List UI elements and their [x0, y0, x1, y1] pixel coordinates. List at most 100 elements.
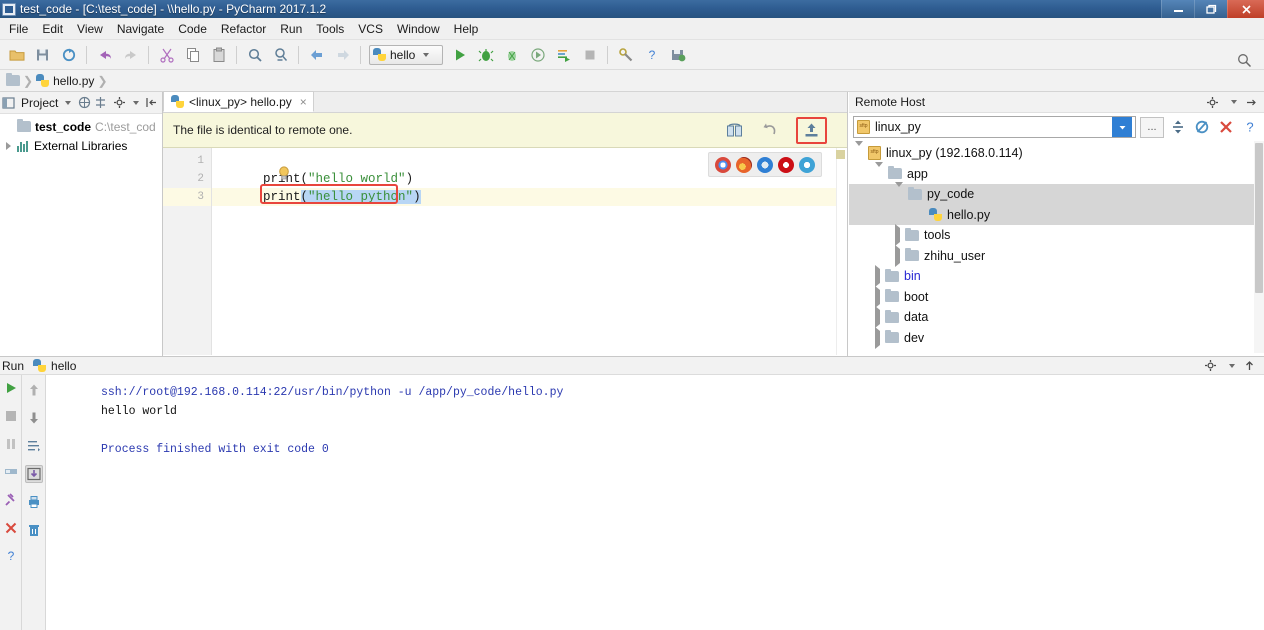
remote-tree-item-bin[interactable]: bin: [849, 265, 1264, 288]
chevron-down-icon[interactable]: [65, 100, 72, 105]
tree-item-external-libraries[interactable]: External Libraries: [0, 136, 162, 155]
breadcrumb-file[interactable]: hello.py: [36, 74, 94, 88]
code-lines[interactable]: print("hello world") print("hello python…: [212, 148, 847, 355]
scrollbar-thumb[interactable]: [1255, 143, 1263, 293]
safari-icon[interactable]: [757, 156, 773, 173]
chevron-down-icon[interactable]: [1112, 117, 1132, 137]
code-line-3[interactable]: print("hello python"): [212, 188, 847, 206]
chevron-down-icon[interactable]: [1231, 100, 1237, 104]
collapse-all-icon[interactable]: [94, 96, 107, 109]
settings-icon[interactable]: [613, 42, 638, 67]
stop-button[interactable]: [577, 42, 602, 67]
browse-connections-button[interactable]: ...: [1140, 116, 1164, 138]
replace-icon[interactable]: [268, 42, 293, 67]
run-coverage-button[interactable]: [499, 42, 524, 67]
compare-with-remote-icon[interactable]: [726, 122, 743, 139]
restore-button[interactable]: [1194, 0, 1227, 18]
chevron-down-icon[interactable]: [133, 100, 140, 105]
menu-view[interactable]: View: [70, 20, 110, 38]
run-configuration-selector[interactable]: hello: [369, 44, 443, 65]
run-with-console-button[interactable]: [551, 42, 576, 67]
refresh-icon[interactable]: [1192, 117, 1212, 137]
hide-panel-icon[interactable]: [1243, 359, 1256, 372]
close-button[interactable]: [2, 519, 20, 537]
sync-icon[interactable]: [56, 42, 81, 67]
chrome-icon[interactable]: [715, 156, 731, 173]
paste-icon[interactable]: [206, 42, 231, 67]
close-icon[interactable]: ×: [300, 95, 307, 109]
up-arrow-button[interactable]: [25, 381, 43, 399]
help-icon[interactable]: ?: [639, 42, 664, 67]
find-icon[interactable]: [242, 42, 267, 67]
remote-tree-item-app[interactable]: app: [849, 161, 1264, 185]
collapse-all-icon[interactable]: [1168, 117, 1188, 137]
scroll-to-end-button[interactable]: [24, 465, 43, 483]
remote-connection-select[interactable]: linux_py: [853, 116, 1136, 138]
opera-icon[interactable]: [778, 156, 794, 173]
remote-tree-item-hello-py[interactable]: hello.py: [849, 204, 1264, 225]
undo-icon[interactable]: [92, 42, 117, 67]
help-button[interactable]: ?: [2, 547, 20, 565]
remote-tree-item-root[interactable]: linux_py (192.168.0.114): [849, 141, 1264, 164]
scroll-from-source-icon[interactable]: [78, 96, 91, 109]
editor-tab-hello-py[interactable]: <linux_py> hello.py ×: [163, 91, 314, 112]
print-button[interactable]: [25, 493, 43, 511]
menu-navigate[interactable]: Navigate: [110, 20, 171, 38]
edge-icon[interactable]: [799, 156, 815, 173]
profile-button[interactable]: [525, 42, 550, 67]
deploy-icon[interactable]: [665, 42, 690, 67]
menu-file[interactable]: File: [2, 20, 35, 38]
tree-toggle[interactable]: [875, 285, 880, 308]
remote-tree-item-py-code[interactable]: py_code: [849, 182, 1264, 205]
tree-toggle[interactable]: [875, 326, 880, 349]
close-icon[interactable]: [1216, 117, 1236, 137]
pause-button[interactable]: [2, 435, 20, 453]
gear-icon[interactable]: [1206, 96, 1219, 109]
cut-icon[interactable]: [154, 42, 179, 67]
code-editor[interactable]: 1 2 3 print("hello world") print("hello …: [163, 148, 847, 355]
hide-panel-icon[interactable]: [1245, 96, 1258, 109]
hide-panel-icon[interactable]: [145, 96, 158, 109]
down-arrow-button[interactable]: [25, 409, 43, 427]
tree-toggle[interactable]: [855, 141, 863, 161]
run-button[interactable]: [447, 42, 472, 67]
remote-tree-item-tools[interactable]: tools: [849, 224, 1264, 247]
gear-icon[interactable]: [1204, 359, 1217, 372]
run-config-tab-label[interactable]: hello: [51, 359, 76, 373]
menu-window[interactable]: Window: [390, 20, 447, 38]
tree-toggle[interactable]: [875, 306, 880, 329]
remote-tree-item-boot[interactable]: boot: [849, 285, 1264, 308]
menu-code[interactable]: Code: [171, 20, 214, 38]
intention-bulb-icon[interactable]: [278, 166, 290, 180]
help-icon[interactable]: ?: [1240, 117, 1260, 137]
minimize-button[interactable]: [1161, 0, 1194, 18]
editor-scrollbar[interactable]: [836, 148, 847, 355]
close-button[interactable]: [1227, 0, 1264, 18]
remote-tree-item-zhihu-user[interactable]: zhihu_user: [849, 244, 1264, 267]
redo-icon[interactable]: [118, 42, 143, 67]
menu-refactor[interactable]: Refactor: [214, 20, 273, 38]
debug-button[interactable]: [473, 42, 498, 67]
soft-wrap-button[interactable]: [25, 437, 43, 455]
rerun-button[interactable]: [2, 379, 20, 397]
tree-toggle[interactable]: [895, 224, 900, 247]
gear-icon[interactable]: [113, 96, 126, 109]
firefox-icon[interactable]: [736, 156, 752, 173]
stop-button[interactable]: [2, 407, 20, 425]
remote-file-tree[interactable]: linux_py (192.168.0.114) app py_code hel…: [849, 141, 1264, 353]
tree-toggle[interactable]: [895, 182, 903, 202]
open-folder-icon[interactable]: [4, 42, 29, 67]
remote-tree-item-data[interactable]: data: [849, 306, 1264, 329]
chevron-down-icon[interactable]: [1229, 363, 1235, 368]
tree-toggle[interactable]: [875, 161, 883, 181]
back-icon[interactable]: [304, 42, 329, 67]
upload-to-remote-button[interactable]: [796, 116, 827, 144]
remote-tree-scrollbar[interactable]: [1254, 141, 1264, 353]
tree-toggle[interactable]: [875, 265, 880, 288]
tree-toggle[interactable]: [4, 141, 13, 150]
revert-icon[interactable]: [761, 122, 778, 139]
resume-button[interactable]: [2, 463, 20, 481]
menu-edit[interactable]: Edit: [35, 20, 70, 38]
pin-tab-button[interactable]: [2, 491, 20, 509]
menu-vcs[interactable]: VCS: [351, 20, 390, 38]
